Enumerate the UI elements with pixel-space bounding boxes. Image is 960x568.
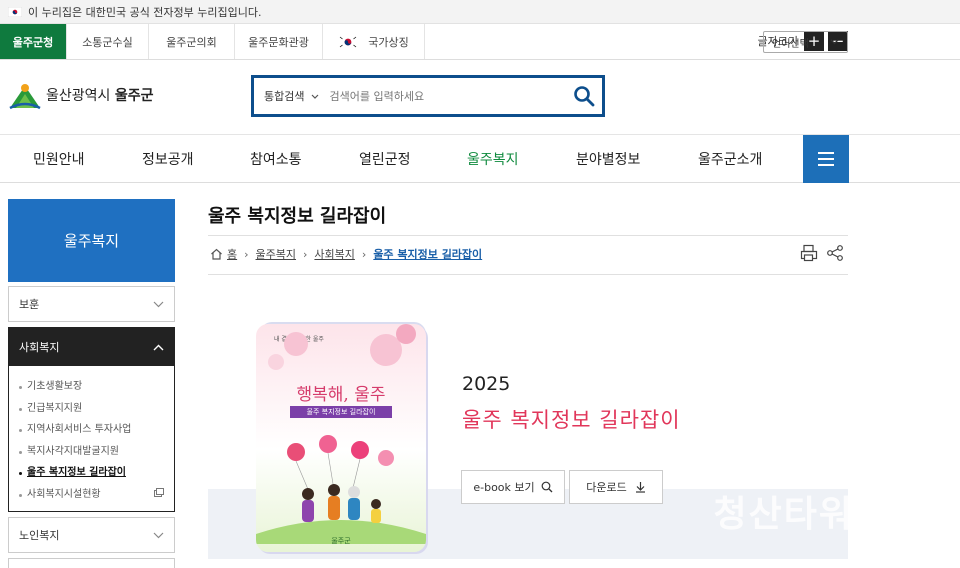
ebook-year: 2025 — [462, 373, 511, 395]
home-icon — [211, 248, 222, 260]
top-link-label: 울주군의회 — [166, 35, 217, 49]
sidebar-item-veterans[interactable]: 보훈 — [8, 286, 175, 322]
chevron-down-icon — [830, 39, 839, 45]
top-link-national-symbol[interactable]: 국가상징 — [323, 24, 425, 59]
hamburger-icon — [818, 152, 834, 154]
sidebar-sub-list: 기초생활보장 긴급복지지원 지역사회서비스 투자사업 복지사각지대발굴지원 울주… — [9, 366, 174, 511]
sidebar-group-social-welfare: 사회복지 기초생활보장 긴급복지지원 지역사회서비스 투자사업 복지사각지대발굴… — [8, 327, 175, 512]
download-button[interactable]: 다운로드 — [569, 470, 663, 504]
ebook-title: 울주 복지정보 길라잡이 — [462, 408, 681, 432]
main-navigation: 민원안내 정보공개 참여소통 열린군정 울주복지 분야별정보 울주군소개 — [0, 135, 960, 183]
family-illustration — [256, 435, 426, 544]
sidebar-item-social-welfare[interactable]: 사회복지 — [9, 328, 174, 366]
sidebar-subitem-facilities[interactable]: 사회복지시설현황 — [19, 482, 164, 504]
search-scope-label: 통합검색 — [264, 90, 305, 103]
divider — [208, 274, 848, 275]
chevron-down-icon — [312, 94, 319, 99]
sidebar-subitem-emergency[interactable]: 긴급복지지원 — [19, 396, 164, 418]
gov-banner-text: 이 누리집은 대한민국 공식 전자정부 누리집입니다. — [28, 5, 262, 19]
nav-item-field-info[interactable]: 분야별정보 — [576, 135, 640, 183]
chevron-up-icon — [153, 344, 164, 350]
nav-item-about[interactable]: 울주군소개 — [698, 135, 762, 183]
top-link-ulju[interactable]: 울주군청 — [0, 24, 67, 59]
language-select[interactable]: 언어선택 — [763, 31, 848, 53]
top-link-label: 울주군청 — [12, 35, 54, 49]
ebook-cover-image: 내 곁에 따뜻한 울주 행복해, 울주 울주 복지정보 길라잡이 울주군 — [256, 324, 426, 552]
nav-item-welfare[interactable]: 울주복지 — [467, 135, 519, 183]
korea-flag-icon — [8, 6, 22, 17]
cover-footer: 울주군 — [331, 537, 351, 545]
sidebar-item-label: 사회복지 — [19, 341, 60, 354]
print-icon[interactable] — [800, 244, 818, 262]
language-select-label: 언어선택 — [772, 38, 809, 50]
ulju-logo-icon — [9, 84, 41, 110]
site-logo[interactable]: 울산광역시 울주군 — [8, 78, 154, 112]
chevron-down-icon — [153, 301, 164, 307]
top-links-bar: 울주군청 소통군수실 울주군의회 울주문화관광 국가상징 글자크기 + − 언어… — [0, 24, 960, 60]
logo-prefix: 울산광역시 — [46, 88, 111, 104]
korea-flag-icon — [338, 34, 359, 49]
subitem-label: 사회복지시설현황 — [27, 488, 101, 500]
search-scope-select[interactable]: 통합검색 — [254, 88, 329, 104]
all-menu-button[interactable] — [803, 135, 849, 183]
subitem-label: 긴급복지지원 — [27, 402, 83, 414]
search-box: 통합검색 — [251, 75, 605, 117]
sidebar-subitem-community-service[interactable]: 지역사회서비스 투자사업 — [19, 417, 164, 439]
sidebar-title: 울주복지 — [8, 199, 175, 282]
hamburger-line — [818, 158, 834, 160]
page-title: 울주 복지정보 길라잡이 — [208, 206, 387, 227]
breadcrumb-current[interactable]: 울주 복지정보 길라잡이 — [373, 246, 482, 262]
header: 울산광역시 울주군 통합검색 — [0, 60, 960, 135]
sidebar-item-senior[interactable]: 노인복지 — [8, 517, 175, 553]
ebook-view-label: e-book 보기 — [473, 481, 535, 494]
sidebar-subitem-basic-living[interactable]: 기초생활보장 — [19, 374, 164, 396]
new-window-icon — [154, 487, 164, 497]
breadcrumb-home[interactable]: 홈 — [227, 246, 237, 262]
sidebar-subitem-welfare-guide[interactable]: 울주 복지정보 길라잡이 — [19, 460, 164, 482]
nav-item-administration[interactable]: 열린군정 — [359, 135, 411, 183]
cover-ribbon: 울주 복지정보 길라잡이 — [290, 406, 392, 418]
nav-item-participation[interactable]: 참여소통 — [250, 135, 302, 183]
hamburger-line — [818, 164, 834, 166]
subitem-label: 지역사회서비스 투자사업 — [27, 424, 132, 436]
chevron-down-icon — [153, 532, 164, 538]
top-link-council[interactable]: 울주군의회 — [149, 24, 235, 59]
sidebar-item-partial — [8, 558, 175, 568]
download-icon — [635, 482, 645, 493]
watermark-text: 청산타워 — [713, 494, 848, 535]
subitem-label: 울주 복지정보 길라잡이 — [27, 467, 126, 479]
sidebar-item-label: 보훈 — [19, 298, 40, 311]
cover-title: 행복해, 울주 — [296, 385, 386, 405]
cherry-blossom-art — [268, 324, 416, 370]
sidebar: 울주복지 보훈 사회복지 기초생활보장 긴급복지지원 지역사회서비스 투자사업 … — [8, 199, 175, 568]
top-link-label: 울주문화관광 — [248, 35, 309, 49]
logo-name: 울주군 — [114, 88, 154, 104]
subitem-label: 기초생활보장 — [27, 381, 83, 393]
ebook-view-button[interactable]: e-book 보기 — [461, 470, 565, 504]
breadcrumb-welfare[interactable]: 울주복지 — [256, 246, 296, 262]
top-link-label: 소통군수실 — [82, 35, 133, 49]
search-icon[interactable] — [572, 84, 596, 108]
share-icon[interactable] — [826, 244, 844, 262]
search-input[interactable] — [329, 89, 570, 103]
sidebar-subitem-blind-spot[interactable]: 복지사각지대발굴지원 — [19, 439, 164, 461]
top-link-mayor[interactable]: 소통군수실 — [67, 24, 149, 59]
download-label: 다운로드 — [586, 481, 627, 494]
nav-item-civil[interactable]: 민원안내 — [33, 135, 85, 183]
top-link-label: 국가상징 — [368, 35, 409, 49]
breadcrumb: 홈 › 울주복지 › 사회복지 › 울주 복지정보 길라잡이 — [210, 246, 482, 262]
subitem-label: 복지사각지대발굴지원 — [27, 445, 119, 457]
top-link-tourism[interactable]: 울주문화관광 — [235, 24, 323, 59]
breadcrumb-social-welfare[interactable]: 사회복지 — [314, 246, 354, 262]
nav-item-info[interactable]: 정보공개 — [142, 135, 194, 183]
page-tools — [792, 244, 844, 262]
gov-banner: 이 누리집은 대한민국 공식 전자정부 누리집입니다. — [0, 0, 960, 24]
divider — [208, 235, 848, 236]
search-icon — [541, 481, 553, 493]
sidebar-item-label: 노인복지 — [19, 529, 60, 542]
